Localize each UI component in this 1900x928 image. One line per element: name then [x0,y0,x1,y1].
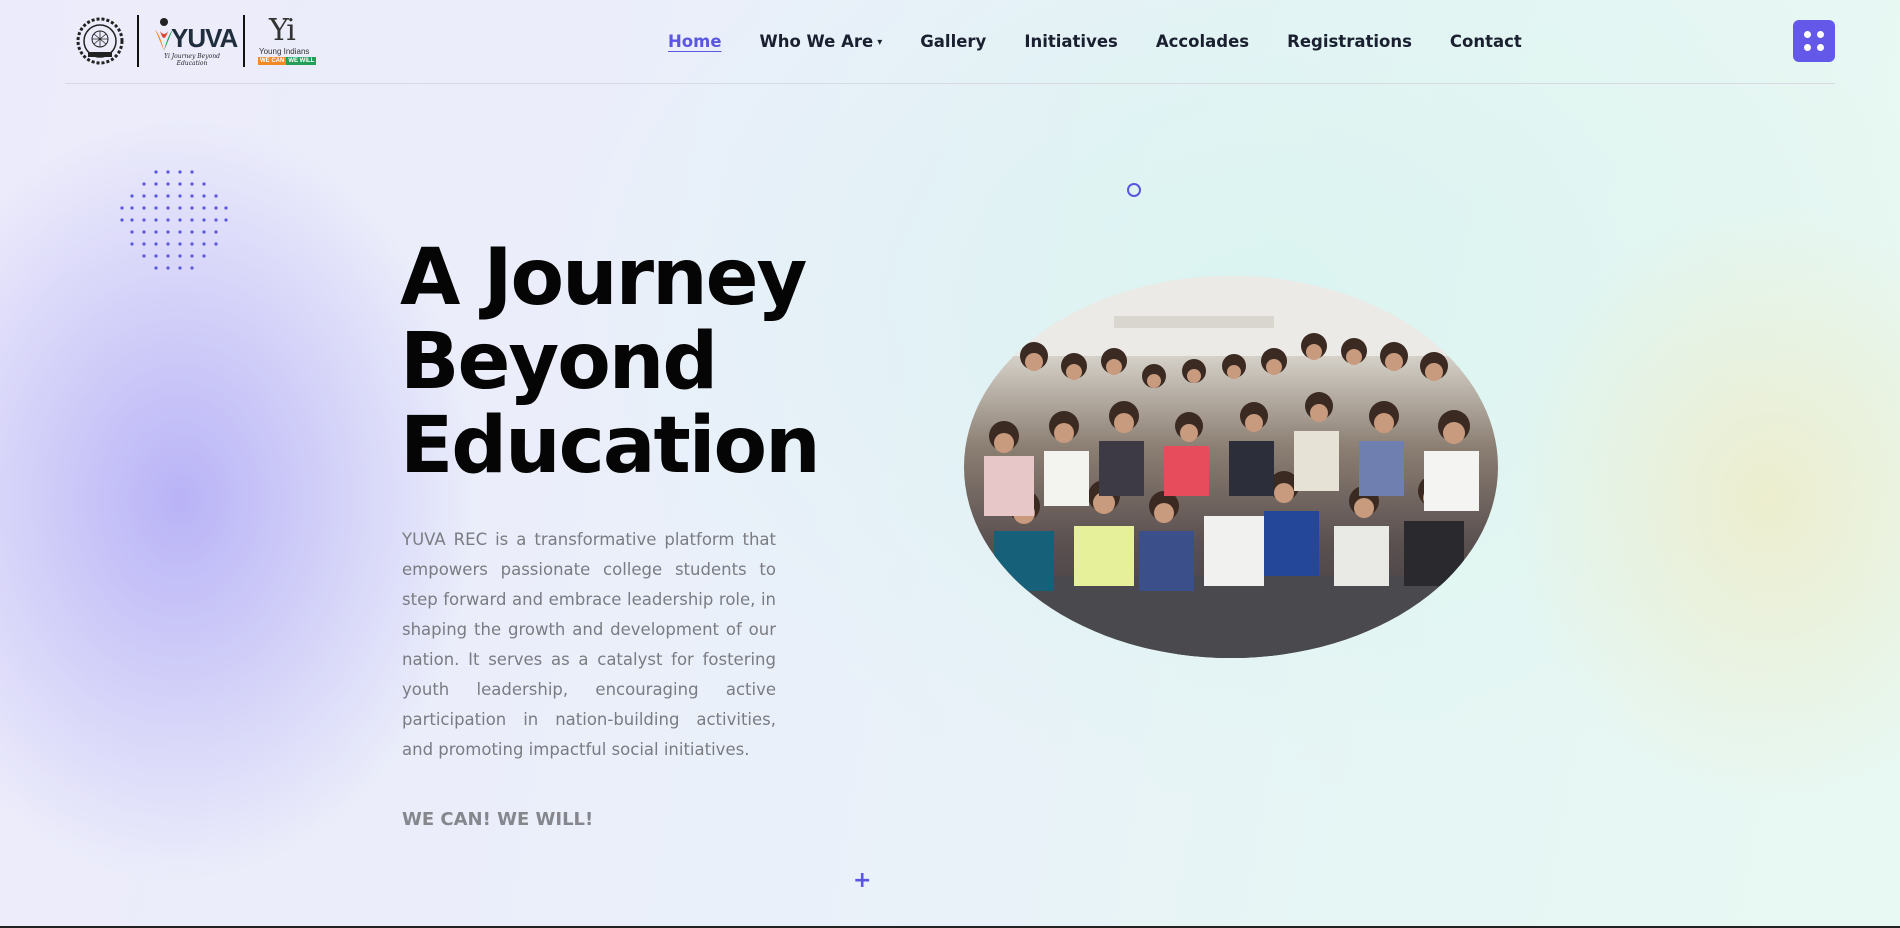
yi-mark: Yi [269,13,296,48]
nav-accolades[interactable]: Accolades [1156,32,1249,51]
hero-slogan: WE CAN! WE WILL! [402,809,594,830]
plus-decoration: + [853,868,872,893]
nav-who-we-are-label: Who We Are [759,32,874,51]
nav-contact[interactable]: Contact [1450,32,1522,51]
nav-gallery[interactable]: Gallery [920,32,986,51]
nav-home[interactable]: Home [668,32,722,51]
yi-motto: WE CAN WE WILL [258,57,317,65]
hero-title: A Journey Beyond Education [400,236,880,488]
menu-button[interactable] [1793,20,1835,62]
hero-title-line1: A Journey [400,233,807,323]
hero-title-line3: Education [400,401,821,491]
yi-name: Young Indians [259,47,310,56]
chevron-down-icon[interactable]: ▾ [877,37,882,48]
main-nav: Home Who We Are ▾ Gallery Initiatives Acc… [668,0,1560,83]
yuva-logo: YUVA Yi Journey Beyond Education [151,15,238,67]
yi-motto-right: WE WILL [286,57,317,65]
group-photo-image [964,276,1498,658]
site-header: YUVA Yi Journey Beyond Education Yi Youn… [65,0,1835,84]
logo-divider [137,15,139,67]
young-indians-logo: Yi Young Indians WE CAN WE WILL [257,13,321,67]
ring-decoration [1127,183,1141,197]
hero-description: YUVA REC is a transformative platform th… [402,530,776,759]
logo-group[interactable]: YUVA Yi Journey Beyond Education Yi Youn… [75,13,321,68]
yuva-tagline: Yi Journey Beyond Education [164,53,220,67]
institution-seal-logo [76,17,124,65]
group-photo [964,276,1498,658]
yuva-wordmark: YUVA [171,23,238,53]
nav-who-we-are[interactable]: Who We Are ▾ [760,32,883,51]
nav-initiatives[interactable]: Initiatives [1024,32,1118,51]
hero-title-line2: Beyond [400,317,718,407]
yi-motto-left: WE CAN [258,57,287,65]
nav-registrations[interactable]: Registrations [1287,32,1412,51]
dot-grid-decoration [120,170,228,270]
logo-divider [243,15,245,67]
